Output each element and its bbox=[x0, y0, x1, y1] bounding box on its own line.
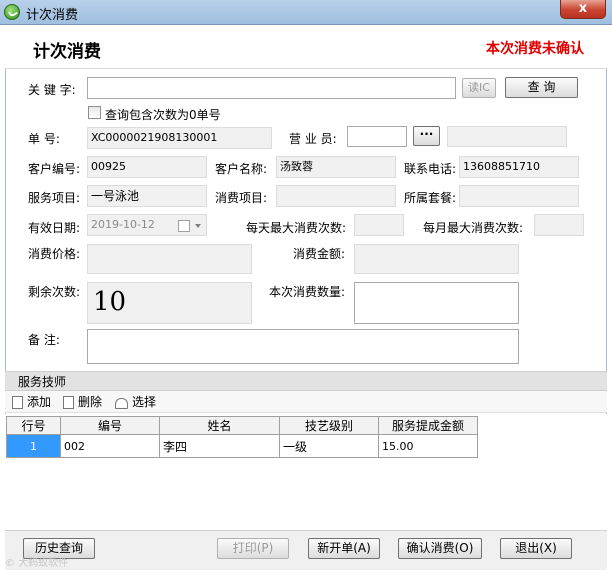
table-row[interactable]: 1 002 李四 一级 15.00 bbox=[6, 434, 478, 458]
print-button[interactable]: 打印(P) bbox=[217, 538, 289, 559]
order-no-label: 单 号: bbox=[28, 132, 60, 146]
staff-browse-button[interactable]: ··· bbox=[413, 126, 440, 146]
keyword-input[interactable] bbox=[87, 77, 456, 99]
select-icon bbox=[115, 398, 128, 409]
column-header[interactable]: 服务提成金额 bbox=[378, 416, 478, 435]
package-field bbox=[459, 185, 579, 207]
add-icon bbox=[12, 396, 23, 409]
delete-label: 删除 bbox=[78, 395, 103, 409]
cell-level[interactable]: 一级 bbox=[279, 434, 379, 458]
cell-commission[interactable]: 15.00 bbox=[378, 434, 478, 458]
monthly-max-label: 每月最大消费次数: bbox=[423, 221, 524, 235]
remark-label: 备 注: bbox=[28, 333, 60, 347]
remaining-count: 10 bbox=[87, 282, 252, 324]
exit-button[interactable]: 退出(X) bbox=[500, 538, 572, 559]
select-label: 选择 bbox=[132, 395, 157, 409]
service-label: 服务项目: bbox=[28, 191, 81, 205]
price-field bbox=[87, 244, 252, 274]
chevron-down-icon bbox=[195, 224, 201, 228]
calendar-icon bbox=[178, 220, 190, 232]
add-technician-button[interactable]: 添加 bbox=[12, 393, 51, 411]
customer-name-label: 客户名称: bbox=[215, 162, 268, 176]
column-header[interactable]: 编号 bbox=[60, 416, 160, 435]
remaining-label: 剩余次数: bbox=[28, 285, 81, 299]
keyword-label: 关 键 字: bbox=[28, 83, 76, 97]
page-title: 计次消费 bbox=[33, 42, 101, 62]
phone-label: 联系电话: bbox=[404, 162, 457, 176]
technician-section-title: 服务技师 bbox=[18, 375, 67, 389]
amount-label: 消费金额: bbox=[293, 247, 346, 261]
valid-date-picker[interactable]: 2019-10-12 bbox=[87, 214, 207, 236]
qty-label: 本次消费数量: bbox=[269, 285, 346, 299]
column-header[interactable]: 行号 bbox=[6, 416, 61, 435]
delete-technician-button[interactable]: 删除 bbox=[63, 393, 102, 411]
customer-no-field: 00925 bbox=[87, 156, 207, 178]
customer-name-field: 汤致蓉 bbox=[276, 156, 396, 178]
close-button[interactable]: x bbox=[560, 0, 606, 19]
cell-code[interactable]: 002 bbox=[60, 434, 160, 458]
remark-input[interactable] bbox=[87, 329, 519, 364]
new-order-button[interactable]: 新开单(A) bbox=[308, 538, 380, 559]
add-label: 添加 bbox=[27, 395, 52, 409]
daily-max-label: 每天最大消费次数: bbox=[246, 221, 347, 235]
order-no-field: XC0000021908130001 bbox=[87, 127, 272, 149]
cell-row-no[interactable]: 1 bbox=[6, 434, 61, 458]
zero-count-checkbox-label: 查询包含次数为0单号 bbox=[105, 108, 221, 122]
qty-input[interactable] bbox=[354, 282, 519, 324]
consume-status: 本次消费未确认 bbox=[486, 41, 584, 57]
monthly-max-field bbox=[534, 214, 584, 236]
staff-name-field bbox=[447, 126, 567, 147]
package-label: 所属套餐: bbox=[404, 191, 457, 205]
staff-label: 营 业 员: bbox=[289, 132, 337, 146]
zero-count-checkbox[interactable] bbox=[88, 106, 101, 119]
daily-max-field bbox=[354, 214, 404, 236]
service-field: 一号泳池 bbox=[87, 185, 207, 207]
consume-item-field bbox=[276, 185, 396, 207]
delete-icon bbox=[63, 396, 74, 409]
valid-date-label: 有效日期: bbox=[28, 221, 81, 235]
cell-name[interactable]: 李四 bbox=[159, 434, 280, 458]
window-titlebar bbox=[0, 0, 612, 25]
staff-input[interactable] bbox=[347, 126, 407, 147]
consume-item-label: 消费项目: bbox=[215, 191, 268, 205]
column-header[interactable]: 姓名 bbox=[159, 416, 280, 435]
confirm-consume-button[interactable]: 确认消费(O) bbox=[398, 538, 482, 559]
table-header-row: 行号 编号 姓名 技艺级别 服务提成金额 bbox=[6, 416, 478, 435]
query-button[interactable]: 查 询 bbox=[505, 77, 578, 98]
technician-table: 行号 编号 姓名 技艺级别 服务提成金额 1 002 李四 一级 15.00 bbox=[6, 416, 478, 458]
app-logo-icon bbox=[4, 4, 20, 20]
select-technician-button[interactable]: 选择 bbox=[115, 393, 156, 411]
phone-field: 13608851710 bbox=[459, 156, 579, 178]
watermark: © 大蚂蚁软件 bbox=[5, 558, 69, 569]
window-title: 计次消费 bbox=[26, 8, 79, 23]
amount-field bbox=[354, 244, 519, 274]
customer-no-label: 客户编号: bbox=[28, 162, 81, 176]
valid-date-value: 2019-10-12 bbox=[91, 218, 155, 231]
column-header[interactable]: 技艺级别 bbox=[279, 416, 379, 435]
price-label: 消费价格: bbox=[28, 247, 81, 261]
technician-section-bar bbox=[5, 371, 607, 391]
read-ic-button[interactable]: 读IC bbox=[462, 78, 496, 98]
